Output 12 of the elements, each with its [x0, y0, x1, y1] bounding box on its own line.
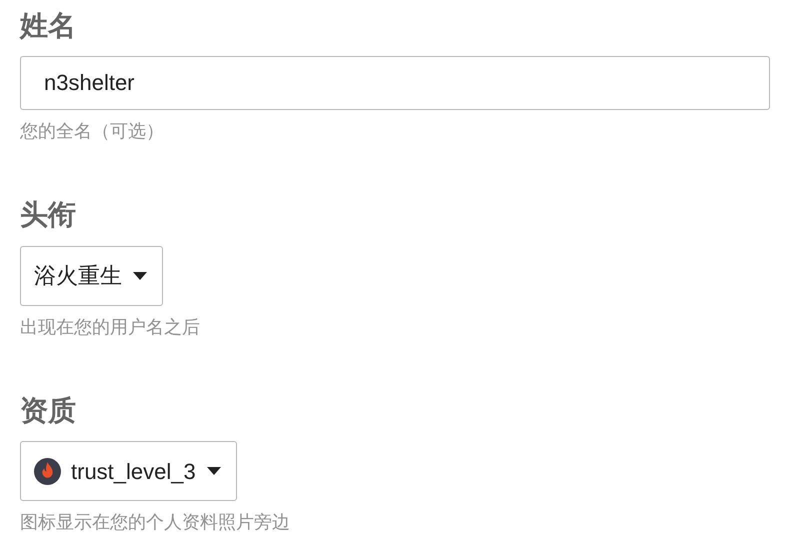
hint-text: 图标显示在您的个人资料照片旁边: [20, 511, 291, 534]
hint-text: 您的全名（可选）: [20, 120, 165, 144]
dropdown-button[interactable]: 浴火重生: [20, 246, 163, 306]
caret-icon: [206, 466, 222, 476]
dropdown-button[interactable]: trust_level_3: [20, 441, 237, 502]
hint-text: 出现在您的用户名之后: [20, 316, 201, 339]
field-label: 姓名: [20, 9, 76, 43]
text-field[interactable]: n3shelter: [20, 56, 770, 110]
flame-badge-icon: [34, 458, 61, 485]
field-label: 头衔: [20, 198, 76, 232]
field-label: 资质: [20, 394, 76, 428]
caret-icon: [132, 270, 148, 281]
